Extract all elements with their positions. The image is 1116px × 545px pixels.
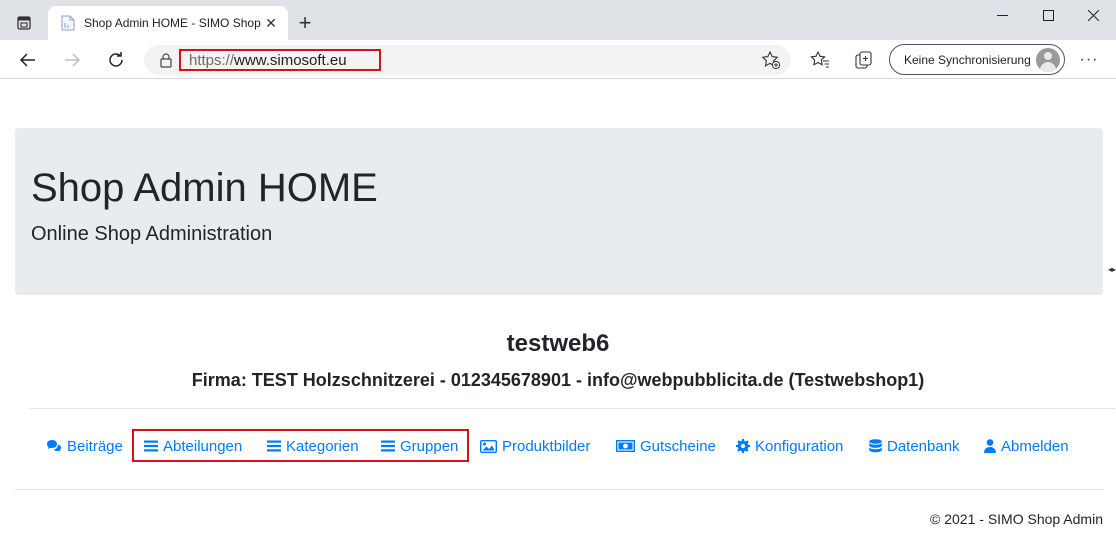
nav-label: Abmelden	[1001, 437, 1069, 455]
database-icon	[869, 438, 882, 452]
footer-copyright: © 2021 - SIMO Shop Admin	[930, 511, 1103, 527]
forward-icon[interactable]	[57, 45, 87, 75]
tab-close-icon[interactable]: ✕	[262, 14, 280, 32]
nav-produktbilder[interactable]: Produktbilder	[480, 436, 590, 456]
refresh-icon[interactable]	[101, 45, 131, 75]
nav-konfiguration[interactable]: Konfiguration	[736, 436, 843, 456]
nav-label: Beiträge	[67, 437, 123, 455]
back-icon[interactable]	[13, 45, 43, 75]
favorites-icon[interactable]	[809, 49, 831, 71]
nav-beitraege[interactable]: Beiträge	[46, 436, 123, 456]
maximize-icon[interactable]	[1025, 0, 1071, 30]
nav-label: Gutscheine	[640, 437, 716, 455]
add-favorite-icon[interactable]	[761, 50, 781, 70]
nav-label: Datenbank	[887, 437, 960, 455]
jumbotron: Shop Admin HOME Online Shop Administrati…	[15, 128, 1103, 295]
url-protocol: https://	[189, 51, 235, 69]
page-subtitle: Online Shop Administration	[31, 223, 273, 245]
browser-tab[interactable]: Shop Admin HOME - SIMO Shop ✕	[48, 6, 288, 40]
more-options-icon[interactable]: ···	[1076, 49, 1102, 71]
nav-gutscheine[interactable]: Gutscheine	[616, 436, 716, 456]
highlight-box	[132, 429, 469, 462]
company-info: Firma: TEST Holzschnitzerei - 0123456789…	[191, 370, 925, 390]
divider	[30, 408, 1115, 409]
url-field[interactable]: https://www.simosoft.eu	[179, 49, 381, 71]
page-title: Shop Admin HOME	[31, 166, 378, 210]
tab-strip: Shop Admin HOME - SIMO Shop ✕ +	[0, 0, 1116, 40]
resize-handle-icon[interactable]: ◂▸	[1108, 265, 1116, 274]
window-close-icon[interactable]	[1070, 0, 1116, 30]
gear-icon	[736, 439, 750, 453]
browser-toolbar: https://www.simosoft.eu Keine Synchronis…	[0, 40, 1116, 79]
lock-icon[interactable]	[158, 52, 174, 68]
sync-label: Keine Synchronisierung	[904, 52, 1031, 67]
profile-avatar-icon	[1036, 48, 1060, 72]
user-icon	[984, 439, 996, 453]
collections-icon[interactable]	[853, 49, 875, 71]
comments-icon	[47, 440, 61, 452]
url-host: www.simosoft.eu	[234, 51, 347, 69]
divider	[15, 489, 1103, 490]
new-tab-icon[interactable]: +	[292, 10, 318, 36]
page-favicon-icon	[60, 15, 76, 31]
nav-label: Produktbilder	[502, 437, 591, 455]
money-bill-icon	[616, 440, 635, 452]
nav-label: Konfiguration	[755, 437, 844, 455]
shop-name: testweb6	[506, 330, 610, 357]
image-icon	[480, 439, 497, 453]
address-bar[interactable]: https://www.simosoft.eu	[144, 45, 791, 75]
sync-button[interactable]: Keine Synchronisierung	[889, 44, 1065, 75]
tab-actions-icon[interactable]	[8, 8, 40, 38]
tab-title: Shop Admin HOME - SIMO Shop	[84, 16, 261, 30]
nav-datenbank[interactable]: Datenbank	[869, 436, 960, 456]
nav-abmelden[interactable]: Abmelden	[984, 436, 1069, 456]
minimize-icon[interactable]	[979, 0, 1025, 30]
